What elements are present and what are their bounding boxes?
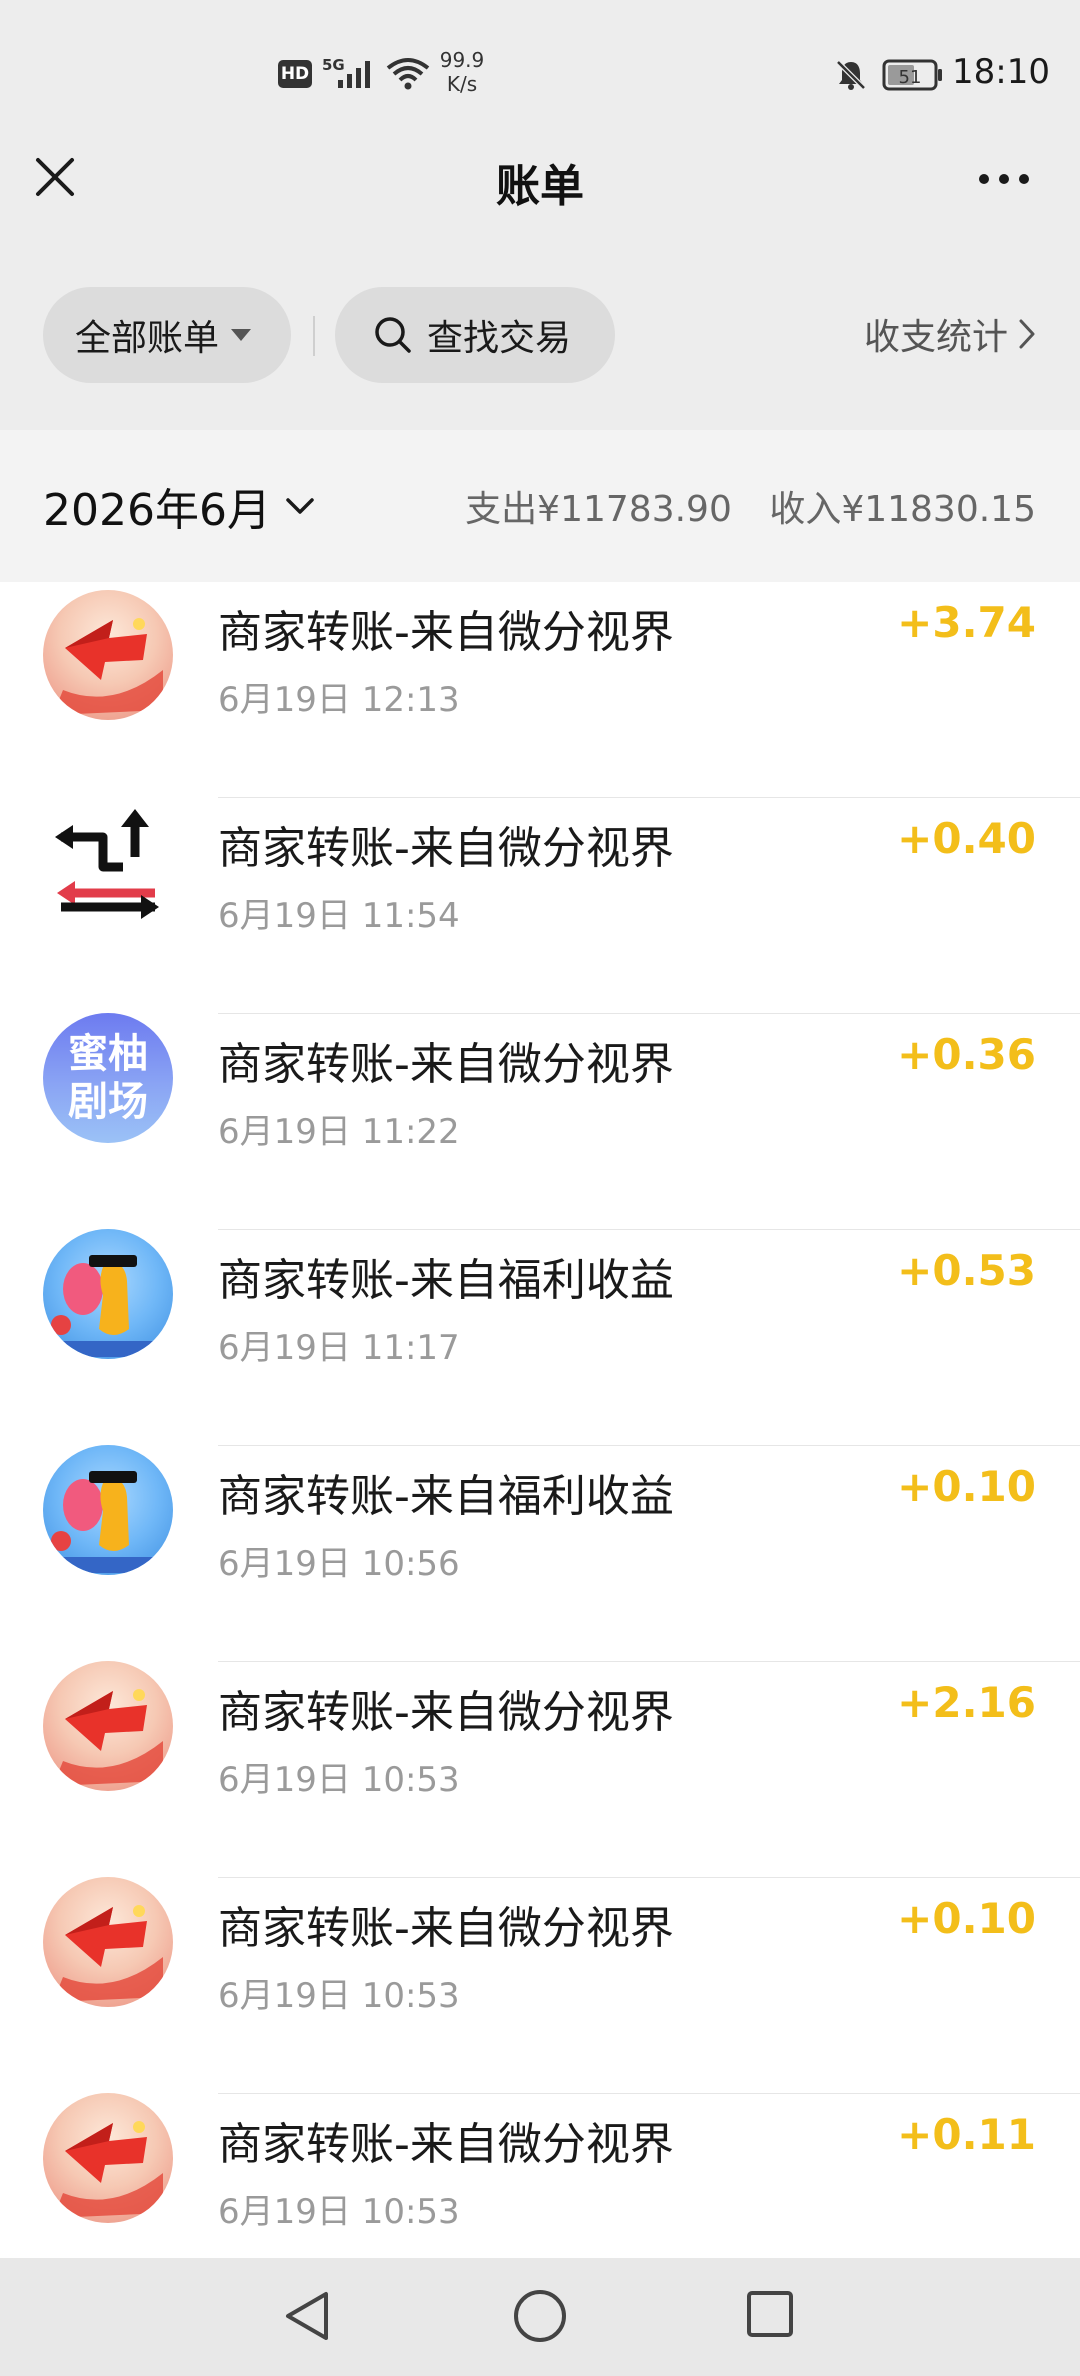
transaction-title: 商家转账-来自微分视界 — [218, 823, 674, 874]
transaction-amount: +0.36 — [897, 1030, 1036, 1079]
transaction-title: 商家转账-来自福利收益 — [218, 1471, 674, 1522]
transaction-time: 6月19日 10:53 — [218, 1760, 460, 1800]
search-icon — [375, 317, 411, 353]
transaction-row[interactable]: 蜜柚 剧场 商家转账-来自微分视界 6月19日 11:22 +0.36 — [0, 1013, 1080, 1230]
transaction-time: 6月19日 12:13 — [218, 680, 460, 720]
month-label: 2026年6月 — [43, 485, 271, 536]
transaction-row[interactable]: 商家转账-来自微分视界 6月19日 12:13 +3.74 — [0, 582, 1080, 798]
game-character-icon — [43, 1229, 173, 1359]
system-navigation-bar — [0, 2258, 1080, 2376]
honey-pomelo-theater-icon: 蜜柚 剧场 — [43, 1013, 173, 1143]
transaction-row[interactable]: 商家转账-来自微分视界 6月19日 10:53 +2.16 — [0, 1661, 1080, 1878]
home-circle-icon[interactable] — [510, 2286, 570, 2346]
transaction-time: 6月19日 11:54 — [218, 896, 460, 936]
all-bills-label: 全部账单 — [75, 318, 220, 359]
transaction-row[interactable]: 商家转账-来自福利收益 6月19日 10:56 +0.10 — [0, 1445, 1080, 1662]
month-selector[interactable]: 2026年6月 — [43, 474, 315, 538]
transaction-time: 6月19日 11:17 — [218, 1328, 460, 1368]
transaction-row[interactable]: 商家转账-来自微分视界 6月19日 10:53 +0.10 — [0, 1877, 1080, 2094]
transaction-amount: +3.74 — [897, 598, 1036, 647]
transaction-title: 商家转账-来自微分视界 — [218, 1903, 674, 1954]
transaction-row[interactable]: 商家转账-来自微分视界 6月19日 11:54 +0.40 — [0, 797, 1080, 1014]
speed-value: 99.9 — [439, 48, 485, 72]
chevron-down-icon — [286, 498, 314, 514]
all-bills-filter[interactable]: 全部账单 — [43, 287, 291, 383]
clock: 18:10 — [952, 52, 1050, 92]
transaction-time: 6月19日 11:22 — [218, 1112, 460, 1152]
transaction-time: 6月19日 10:56 — [218, 1544, 460, 1584]
more-options-icon[interactable] — [976, 170, 1036, 188]
income-total: 收入¥11830.15 — [769, 489, 1036, 530]
transaction-amount: +0.11 — [897, 2110, 1036, 2159]
red-arrow-icon — [43, 1661, 173, 1791]
avatar-text-line-2: 剧场 — [68, 1079, 148, 1125]
month-totals: 支出¥11783.90 收入¥11830.15 — [439, 480, 1036, 532]
battery-level: 51 — [899, 67, 922, 88]
transaction-time: 6月19日 10:53 — [218, 1976, 460, 2016]
transaction-amount: +0.10 — [897, 1462, 1036, 1511]
search-transactions-button[interactable]: 查找交易 — [335, 287, 615, 383]
expense-total: 支出¥11783.90 — [465, 489, 732, 530]
red-arrow-icon — [43, 590, 173, 720]
transaction-title: 商家转账-来自微分视界 — [218, 2119, 674, 2170]
transaction-row[interactable]: 商家转账-来自福利收益 6月19日 11:17 +0.53 — [0, 1229, 1080, 1446]
transaction-amount: +2.16 — [897, 1678, 1036, 1727]
signal-icon — [338, 61, 370, 88]
page-title: 账单 — [496, 161, 584, 212]
wifi-icon — [386, 58, 430, 90]
divider — [313, 316, 315, 356]
transaction-amount: +0.53 — [897, 1246, 1036, 1295]
avatar-text-line-1: 蜜柚 — [68, 1031, 148, 1077]
transaction-title: 商家转账-来自微分视界 — [218, 607, 674, 658]
red-arrow-icon — [43, 2093, 173, 2223]
back-triangle-icon[interactable] — [280, 2288, 336, 2344]
mute-bell-icon — [836, 60, 866, 90]
network-speed: 99.9 K/s — [434, 48, 490, 96]
transaction-time: 6月19日 10:53 — [218, 2192, 460, 2232]
transaction-title: 商家转账-来自微分视界 — [218, 1687, 674, 1738]
stats-label: 收支统计 — [863, 317, 1008, 358]
transaction-title: 商家转账-来自微分视界 — [218, 1039, 674, 1090]
status-bar: HD 5G 99.9 K/s 51 18:10 — [0, 0, 1080, 150]
transaction-amount: +0.40 — [897, 814, 1036, 863]
caret-down-icon — [231, 329, 252, 341]
chevron-right-icon — [1019, 319, 1035, 349]
income-expense-stats-link[interactable]: 收支统计 — [864, 308, 1036, 360]
speed-unit: K/s — [446, 72, 478, 96]
red-arrow-icon — [43, 1877, 173, 2007]
transaction-title: 商家转账-来自福利收益 — [218, 1255, 674, 1306]
search-label: 查找交易 — [427, 318, 572, 359]
battery-icon: 51 — [882, 59, 942, 91]
transaction-list: 商家转账-来自微分视界 6月19日 12:13 +3.74 商家转账-来自微分视… — [0, 582, 1080, 2310]
transaction-amount: +0.10 — [897, 1894, 1036, 1943]
exchange-icon — [43, 797, 173, 927]
game-character-icon — [43, 1445, 173, 1575]
hd-badge: HD — [278, 60, 312, 88]
recent-apps-square-icon[interactable] — [744, 2288, 796, 2340]
